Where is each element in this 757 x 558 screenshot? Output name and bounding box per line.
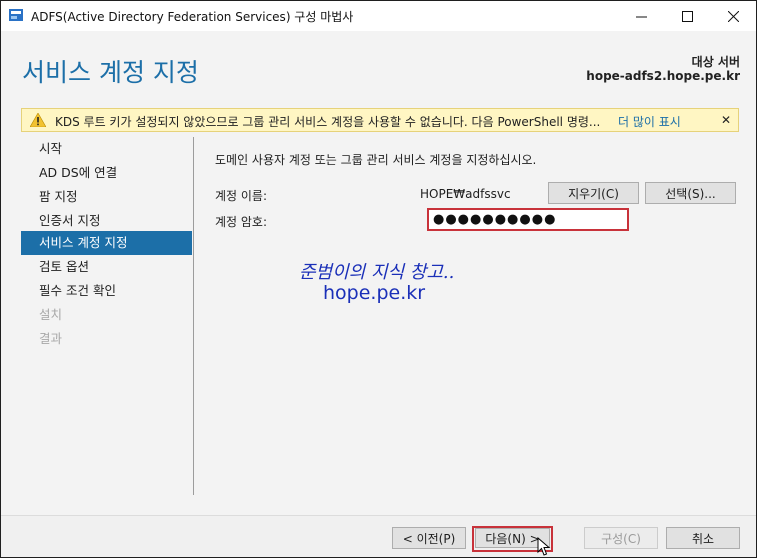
minimize-button[interactable] [618, 1, 664, 31]
title-bar: ADFS(Active Directory Federation Service… [1, 1, 756, 31]
warning-text: KDS 루트 키가 설정되지 않았으므로 그룹 관리 서비스 계정을 사용할 수… [55, 115, 601, 129]
wizard-header: 서비스 계정 지정 대상 서버 hope-adfs2.hope.pe.kr [1, 31, 756, 105]
sidebar-divider [193, 137, 194, 495]
sidebar-item-specify-farm[interactable]: 팜 지정 [21, 185, 192, 209]
account-password-label: 계정 암호: [215, 215, 268, 229]
window-title: ADFS(Active Directory Federation Service… [31, 10, 354, 24]
target-server-name: hope-adfs2.hope.pe.kr [586, 69, 740, 83]
wizard-steps-sidebar: 시작 AD DS에 연결 팜 지정 인증서 지정 서비스 계정 지정 검토 옵션… [21, 137, 192, 493]
main-content: 도메인 사용자 계정 또는 그룹 관리 서비스 계정을 지정하십시오. 계정 이… [215, 137, 740, 493]
maximize-button[interactable] [664, 1, 710, 31]
sidebar-item-results: 결과 [39, 331, 63, 346]
mouse-pointer-icon [537, 537, 551, 556]
configure-button: 구성(C) [584, 527, 658, 549]
sidebar-item-review-options[interactable]: 검토 옵션 [21, 255, 192, 279]
server-manager-icon [9, 9, 23, 21]
select-button[interactable]: 선택(S)... [645, 182, 736, 204]
sidebar-item-specify-service-account[interactable]: 서비스 계정 지정 [21, 231, 192, 255]
page-title: 서비스 계정 지정 [22, 58, 199, 87]
sidebar-item-connect-ad-ds[interactable]: AD DS에 연결 [21, 161, 192, 185]
previous-button[interactable]: < 이전(P) [392, 527, 466, 549]
account-password-field[interactable]: ●●●●●●●●●● [427, 208, 629, 231]
sidebar-item-start[interactable]: 시작 [21, 137, 192, 161]
sidebar-item-prerequisite-checks[interactable]: 필수 조건 확인 [21, 279, 192, 303]
minimize-icon [635, 16, 647, 17]
clear-button[interactable]: 지우기(C) [548, 182, 639, 204]
wizard-window: ADFS(Active Directory Federation Service… [0, 0, 757, 558]
warning-banner: KDS 루트 키가 설정되지 않았으므로 그룹 관리 서비스 계정을 사용할 수… [21, 108, 739, 132]
sidebar-item-installation: 설치 [39, 307, 63, 322]
close-button[interactable] [710, 1, 756, 31]
warning-dismiss-button[interactable]: ✕ [719, 112, 733, 128]
watermark-line-2: hope.pe.kr [323, 282, 426, 304]
warning-icon [30, 113, 46, 127]
watermark-line-1: 준범이의 지식 창고.. [299, 262, 455, 283]
cancel-button[interactable]: 취소 [666, 527, 740, 549]
wizard-footer: < 이전(P) 다음(N) > 구성(C) 취소 [1, 515, 756, 557]
instruction-text: 도메인 사용자 계정 또는 그룹 관리 서비스 계정을 지정하십시오. [215, 153, 537, 167]
sidebar-item-specify-certificate[interactable]: 인증서 지정 [21, 209, 192, 233]
maximize-icon [681, 10, 693, 22]
account-name-value: HOPE₩adfssvc [420, 187, 511, 201]
account-name-label: 계정 이름: [215, 189, 268, 203]
close-icon [727, 10, 739, 22]
show-more-link[interactable]: 더 많이 표시 [618, 113, 681, 130]
target-server-label: 대상 서버 [691, 55, 740, 69]
